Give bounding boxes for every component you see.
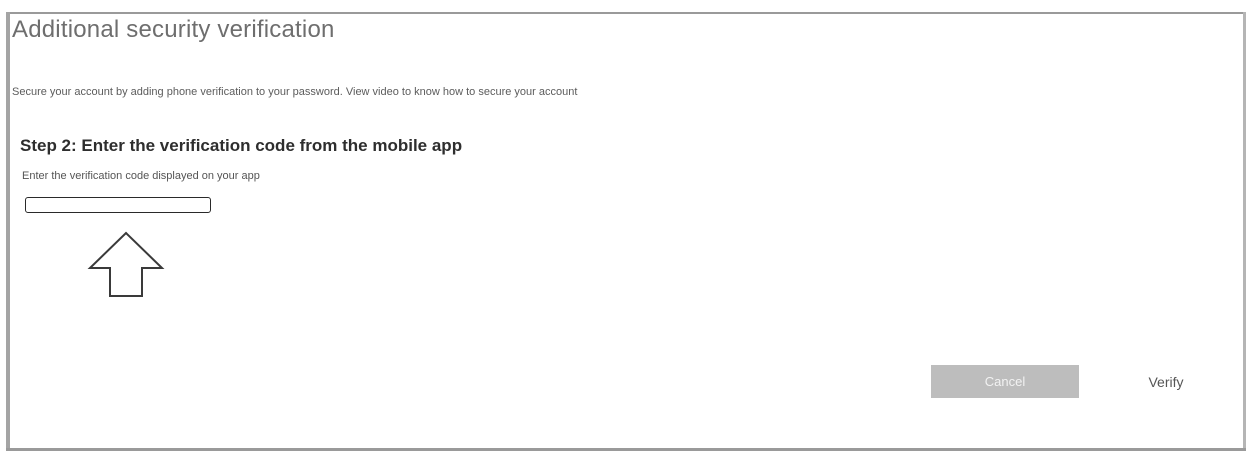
- verification-dialog: Additional security verification Secure …: [0, 0, 1252, 453]
- code-hint: Enter the verification code displayed on…: [22, 170, 260, 182]
- intro-text: Secure your account by adding phone veri…: [12, 86, 578, 98]
- dialog-frame-top: [6, 12, 1246, 14]
- dialog-frame-bottom: [6, 448, 1246, 451]
- dialog-title: Additional security verification: [12, 16, 335, 43]
- dialog-frame-right: [1243, 12, 1246, 451]
- verification-code-input[interactable]: [25, 197, 211, 213]
- cancel-button[interactable]: Cancel: [931, 365, 1079, 398]
- up-arrow-outline-icon: [87, 231, 165, 297]
- verify-button[interactable]: Verify: [1126, 365, 1206, 398]
- dialog-frame-left: [6, 12, 10, 451]
- step-heading: Step 2: Enter the verification code from…: [20, 136, 463, 155]
